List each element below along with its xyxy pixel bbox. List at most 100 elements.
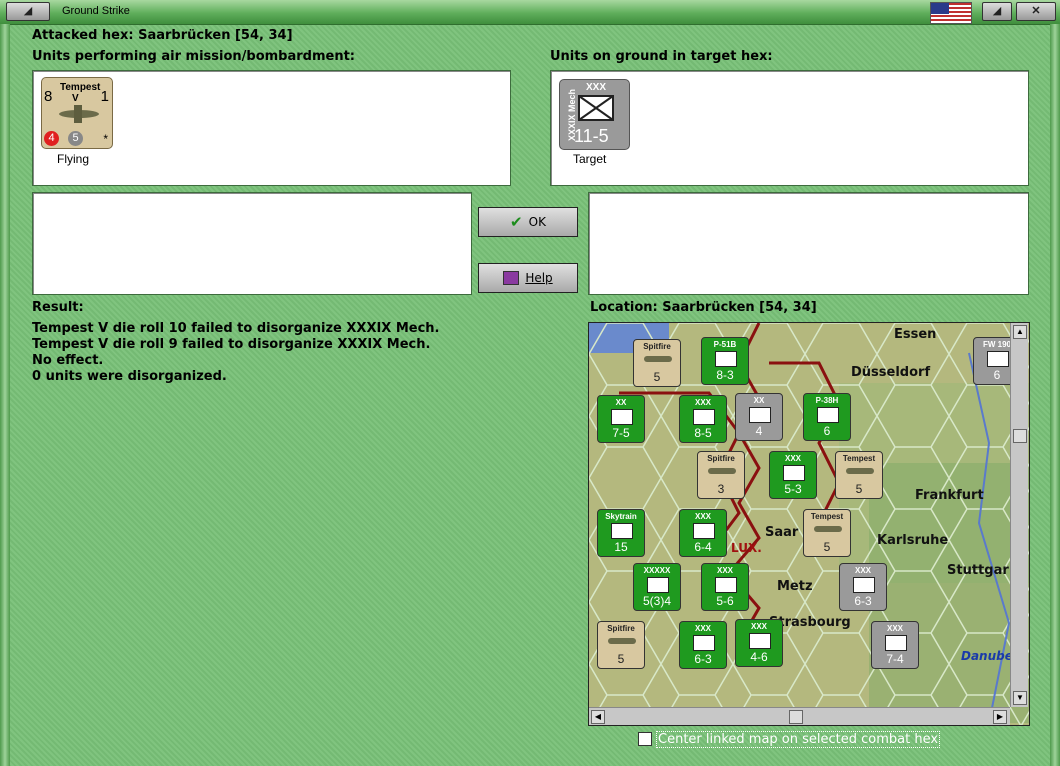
target-unit-counter[interactable]: XXXIX Mech XXX 11-5 — [559, 79, 630, 150]
counter-value: 5-3 — [784, 482, 802, 496]
ground-units-list: XXXIX Mech XXX 11-5 Target — [550, 70, 1029, 186]
title-bar: ◢ Ground Strike ◢ ✕ — [0, 0, 1060, 25]
attack-factor: 4 — [44, 131, 59, 146]
map-unit-counter[interactable]: XXX 6-3 — [839, 563, 887, 611]
counter-type-label: Tempest — [842, 454, 876, 463]
map-horizontal-scrollbar[interactable]: ◀ ▶ — [589, 707, 1010, 725]
counter-value: 5(3)4 — [642, 594, 671, 608]
defense-factor: 5 — [68, 131, 83, 146]
counter-value: 6 — [823, 424, 831, 438]
scroll-right-arrow-icon[interactable]: ▶ — [993, 710, 1007, 724]
counter-type-label: P-38H — [815, 396, 839, 405]
counter-type-label: XXX — [694, 398, 711, 407]
vertical-scroll-thumb[interactable] — [1013, 429, 1027, 443]
unit-type-icon — [853, 577, 875, 593]
counter-type-label: XXXXX — [643, 566, 671, 575]
map-unit-counter[interactable]: XXX 5-6 — [701, 563, 749, 611]
counter-type-label: XX — [615, 398, 627, 407]
counter-value: 5 — [617, 652, 625, 666]
city-label: Karlsruhe — [877, 533, 949, 548]
map-vertical-scrollbar[interactable]: ▲ ▼ — [1010, 323, 1028, 707]
map-unit-counter[interactable]: XXX 5-3 — [769, 451, 817, 499]
unit-type-icon — [715, 577, 737, 593]
counter-value: 6-4 — [694, 540, 712, 554]
help-button-label: Help — [525, 271, 553, 285]
counter-value: 5 — [823, 540, 831, 554]
result-line: 0 units were disorganized. — [32, 369, 227, 384]
city-label: LUX. — [731, 541, 762, 555]
map-unit-counter[interactable]: XXX 7-4 — [871, 621, 919, 669]
map-unit-counter[interactable]: XX 4 — [735, 393, 783, 441]
counter-type-label: Tempest — [810, 512, 844, 521]
help-book-icon — [503, 271, 520, 285]
counter-type-label: XXX — [694, 624, 711, 633]
map-unit-counter[interactable]: Tempest 5 — [835, 451, 883, 499]
unit-top-right-value: 1 — [100, 88, 109, 105]
map-unit-counter[interactable]: P-38H 6 — [803, 393, 851, 441]
scroll-down-arrow-icon[interactable]: ▼ — [1013, 691, 1027, 705]
counter-value: 5-6 — [716, 594, 734, 608]
city-label: Frankfurt — [915, 488, 984, 503]
center-map-checkbox-label[interactable]: Center linked map on selected combat hex — [656, 731, 941, 748]
result-line: Tempest V die roll 10 failed to disorgan… — [32, 321, 440, 336]
unit-type-icon — [885, 635, 907, 651]
counter-type-label: XXX — [854, 566, 871, 575]
ok-button[interactable]: ✔ OK — [478, 207, 578, 237]
counter-type-label: XXX — [886, 624, 903, 633]
map-unit-counter[interactable]: Spitfire 3 — [697, 451, 745, 499]
counter-value: 5 — [653, 370, 661, 384]
flag-icon — [930, 2, 972, 24]
close-button[interactable]: ✕ — [1016, 2, 1056, 21]
scroll-up-arrow-icon[interactable]: ▲ — [1013, 325, 1027, 339]
combat-map[interactable]: Essen Düsseldorf Frankfurt Karlsruhe Stu… — [588, 322, 1030, 726]
tempest-unit-counter[interactable]: 8 Tempest V 1 4 5 * — [41, 77, 113, 149]
unit-type-icon — [817, 407, 839, 423]
center-map-checkbox[interactable] — [638, 732, 652, 746]
map-unit-counter[interactable]: XXX 8-5 — [679, 395, 727, 443]
ok-button-label: OK — [528, 215, 546, 229]
counter-type-label: XXX — [694, 512, 711, 521]
counter-type-label: XXX — [784, 454, 801, 463]
aircraft-icon — [59, 105, 99, 123]
checkmark-icon: ✔ — [510, 213, 523, 231]
counter-type-label: Spitfire — [607, 624, 635, 633]
unit-range: 8 — [44, 88, 53, 105]
map-unit-counter[interactable]: XXX 4-6 — [735, 619, 783, 667]
unit-aircraft-variant: V — [72, 93, 79, 104]
counter-type-label: Spitfire — [643, 342, 671, 351]
city-label: Saar — [765, 525, 799, 540]
ground-detail-panel — [588, 192, 1029, 295]
map-unit-counter[interactable]: Spitfire 5 — [633, 339, 681, 387]
map-unit-counter[interactable]: Tempest 5 — [803, 509, 851, 557]
unit-type-icon — [611, 523, 633, 539]
scroll-left-arrow-icon[interactable]: ◀ — [591, 710, 605, 724]
counter-value: 8-5 — [694, 426, 712, 440]
minimize-button[interactable]: ◢ — [982, 2, 1012, 21]
map-unit-counter[interactable]: XXX 6-3 — [679, 621, 727, 669]
map-unit-counter[interactable]: XXX 6-4 — [679, 509, 727, 557]
air-detail-panel — [32, 192, 472, 295]
mech-infantry-icon — [578, 95, 614, 121]
air-units-list: 8 Tempest V 1 4 5 * Flying — [32, 70, 511, 186]
map-unit-counter[interactable]: Skytrain 15 — [597, 509, 645, 557]
unit-type-icon — [749, 633, 771, 649]
unit-type-icon — [987, 351, 1009, 367]
horizontal-scroll-thumb[interactable] — [789, 710, 803, 724]
counter-value: 8-3 — [716, 368, 734, 382]
counter-value: 7-4 — [886, 652, 904, 666]
map-unit-counter[interactable]: XXXXX 5(3)4 — [633, 563, 681, 611]
counter-value: 5 — [855, 482, 863, 496]
map-unit-counter[interactable]: Spitfire 5 — [597, 621, 645, 669]
city-label: Danube — [961, 649, 1013, 663]
system-menu-button[interactable]: ◢ — [6, 2, 50, 21]
unit-type-icon — [783, 465, 805, 481]
map-unit-counter[interactable]: P-51B 8-3 — [701, 337, 749, 385]
help-button[interactable]: Help — [478, 263, 578, 293]
result-line: Tempest V die roll 9 failed to disorgani… — [32, 337, 431, 352]
map-unit-counter[interactable]: XX 7-5 — [597, 395, 645, 443]
unit-type-icon — [693, 523, 715, 539]
counter-value: 4 — [755, 424, 763, 438]
counter-type-label: P-51B — [713, 340, 737, 349]
result-line: No effect. — [32, 353, 104, 368]
aircraft-icon — [608, 638, 636, 644]
